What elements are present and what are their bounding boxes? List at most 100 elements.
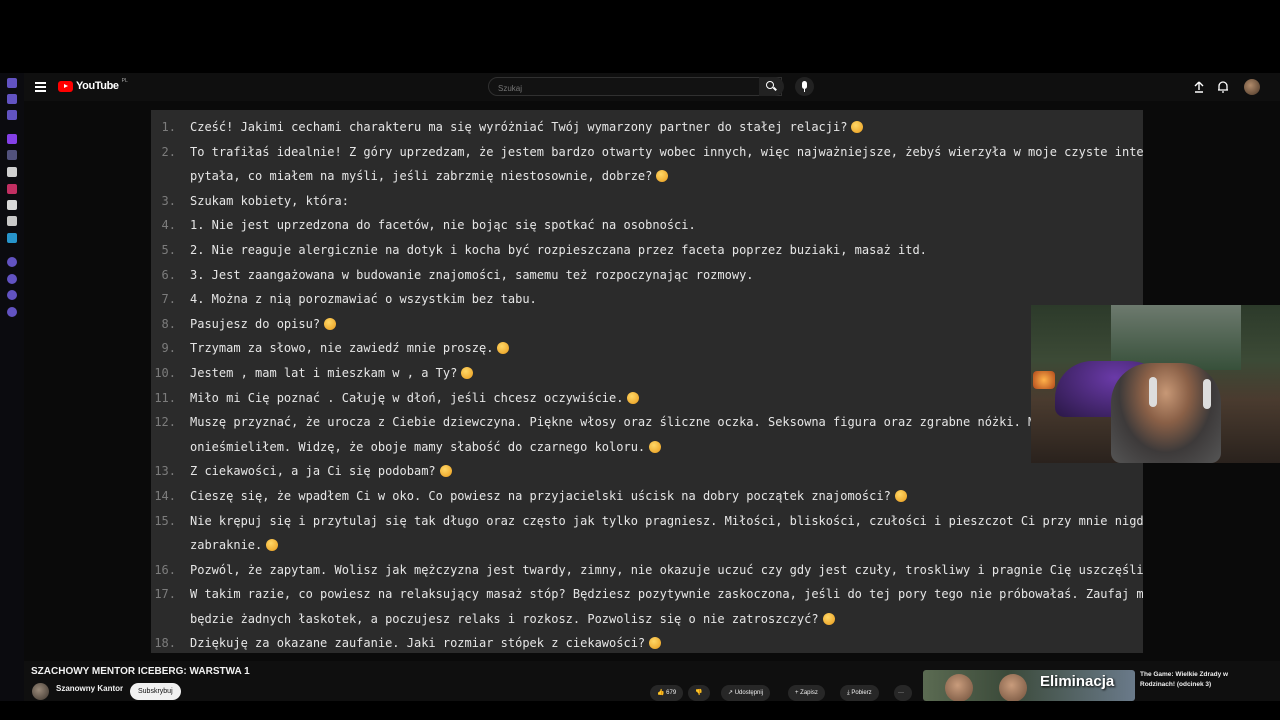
chat-line: 18. Dziękuję za okazane zaufanie. Jaki ro…	[151, 631, 1143, 653]
line-text-content: 4. Można z nią porozmawiać o wszystkim b…	[190, 292, 537, 307]
dock-gear-icon[interactable]	[7, 307, 17, 317]
share-label: Udostępnij	[734, 690, 764, 696]
save-button[interactable]: + Zapisz	[788, 685, 825, 701]
line-text-content: Pozwól, że zapytam. Wolisz jak mężczyzna…	[190, 562, 1143, 577]
subscribe-button[interactable]: Subskrybuj	[130, 683, 181, 700]
youtube-logo[interactable]: YouTube PL	[58, 78, 128, 92]
line-text-content: będzie żadnych łaskotek, a poczujesz rel…	[190, 611, 819, 626]
upload-icon[interactable]	[1192, 80, 1206, 94]
line-text: Pasujesz do opisu?	[190, 312, 337, 337]
line-text-part: Pasujesz do opisu?	[190, 312, 337, 337]
dock-tiktok-icon[interactable]	[7, 200, 17, 210]
line-number: 11.	[154, 390, 176, 405]
save-label: Zapisz	[800, 690, 818, 696]
chat-line: 11. Miło mi Cię poznać . Całuję w dłoń, j…	[151, 386, 1143, 411]
chat-line: 1. Cześć! Jakimi cechami charakteru ma si…	[151, 115, 1143, 140]
chat-line: 14. Cieszę się, że wpadłem Ci w oko. Co p…	[151, 484, 1143, 509]
line-text-part: 4. Można z nią porozmawiać o wszystkim b…	[190, 287, 537, 312]
like-count: 679	[666, 690, 677, 696]
line-text: Szukam kobiety, która:	[190, 189, 349, 214]
line-text-part: Z ciekawości, a ja Ci się podobam?	[190, 459, 452, 484]
dock-instagram-icon[interactable]	[7, 184, 17, 194]
dock-x-icon[interactable]	[7, 216, 17, 226]
download-button[interactable]: ⤓ Pobierz	[840, 685, 879, 701]
line-text-part: będzie żadnych łaskotek, a poczujesz rel…	[190, 607, 1143, 632]
line-text: Nie krępuj się i przytulaj się tak długo…	[190, 509, 1143, 558]
line-text-part: Cześć! Jakimi cechami charakteru ma się …	[190, 115, 864, 140]
line-text-part: Dziękuję za okazane zaufanie. Jaki rozmi…	[190, 631, 662, 653]
recommended-thumbnail[interactable]: Eliminacja	[923, 670, 1135, 701]
like-button[interactable]: 👍 679	[650, 685, 684, 701]
channel-name[interactable]: Szanowny Kantor	[56, 684, 123, 693]
line-text-content: Trzymam za słowo, nie zawiedź mnie prosz…	[190, 341, 494, 356]
search-button[interactable]	[759, 77, 784, 96]
chat-line: 12. Muszę przyznać, że urocza z Ciebie dz…	[151, 410, 1143, 459]
line-text-content: Cieszę się, że wpadłem Ci w oko. Co powi…	[190, 488, 891, 503]
dislike-button[interactable]: 👎	[688, 685, 710, 701]
line-number: 13.	[154, 464, 176, 479]
line-text: 2. Nie reaguje alergicznie na dotyk i ko…	[190, 238, 927, 263]
left-dock	[0, 73, 24, 701]
youtube-wordmark: YouTube	[76, 80, 119, 92]
line-text-part: Jestem , mam lat i mieszkam w , a Ty?	[190, 361, 474, 386]
dock-shield-icon[interactable]	[7, 94, 17, 104]
channel-avatar[interactable]	[32, 683, 49, 700]
line-text-part: onieśmieliłem. Widzę, że oboje mamy słab…	[190, 435, 1086, 460]
line-text: Pozwól, że zapytam. Wolisz jak mężczyzna…	[190, 558, 1143, 583]
dock-clock-icon[interactable]	[7, 274, 17, 284]
video-info-bar: SZACHOWY MENTOR ICEBERG: WARSTWA 1 Szano…	[24, 661, 1280, 701]
line-text-content: Pasujesz do opisu?	[190, 316, 321, 331]
dock-square-icon[interactable]	[7, 110, 17, 120]
voice-search-button[interactable]	[795, 77, 814, 96]
recommended-title[interactable]: The Game: Wielkie Zdrady w Rodzinach! (o…	[1140, 670, 1250, 690]
chat-line: 7. 4. Można z nią porozmawiać o wszystkim…	[151, 287, 1143, 312]
more-actions-button[interactable]: ···	[894, 685, 912, 701]
line-text-part: 2. Nie reaguje alergicznie na dotyk i ko…	[190, 238, 927, 263]
line-text-content: Jestem , mam lat i mieszkam w , a Ty?	[190, 365, 458, 380]
share-button[interactable]: ↗ Udostępnij	[721, 685, 771, 701]
thumbnail-face	[945, 674, 973, 701]
line-text-content: onieśmieliłem. Widzę, że oboje mamy słab…	[190, 439, 646, 454]
chat-line: 10. Jestem , mam lat i mieszkam w , a Ty?	[151, 361, 1143, 386]
dock-twitch-icon[interactable]	[7, 134, 17, 144]
dock-discord-icon[interactable]	[7, 167, 17, 177]
line-number: 7.	[161, 292, 176, 307]
chat-line: 6. 3. Jest zaangażowana w budowanie znajo…	[151, 263, 1143, 288]
line-text: Jestem , mam lat i mieszkam w , a Ty?	[190, 361, 474, 386]
video-title: SZACHOWY MENTOR ICEBERG: WARSTWA 1	[31, 666, 250, 677]
line-text-part: Muszę przyznać, że urocza z Ciebie dziew…	[190, 410, 1086, 435]
webcam-overlay	[1031, 305, 1280, 463]
dock-circle-icon[interactable]	[7, 257, 17, 267]
chat-list: 1. Cześć! Jakimi cechami charakteru ma si…	[151, 115, 1143, 653]
emoji-icon	[266, 539, 279, 552]
line-text: Cieszę się, że wpadłem Ci w oko. Co powi…	[190, 484, 907, 509]
dock-lock-icon[interactable]	[7, 78, 17, 88]
webcam-person	[1111, 363, 1221, 463]
line-text-content: Z ciekawości, a ja Ci się podobam?	[190, 464, 436, 479]
line-number: 14.	[154, 488, 176, 503]
line-text: 4. Można z nią porozmawiać o wszystkim b…	[190, 287, 537, 312]
line-text: 1. Nie jest uprzedzona do facetów, nie b…	[190, 213, 696, 238]
thumbnail-text: Eliminacja	[1040, 673, 1115, 690]
dock-telegram-icon[interactable]	[7, 233, 17, 243]
dock-kick-icon[interactable]	[7, 150, 17, 160]
emoji-icon	[497, 342, 510, 355]
line-text-content: Muszę przyznać, że urocza z Ciebie dziew…	[190, 415, 1086, 430]
line-number: 3.	[161, 193, 176, 208]
chat-transcript-panel: 1. Cześć! Jakimi cechami charakteru ma si…	[151, 110, 1143, 653]
webcam-fireplace	[1033, 371, 1055, 389]
emoji-icon	[822, 612, 835, 625]
line-text: Muszę przyznać, że urocza z Ciebie dziew…	[190, 410, 1086, 459]
line-text-part: To trafiłaś idealnie! Z góry uprzedzam, …	[190, 140, 1143, 165]
emoji-icon	[324, 317, 337, 330]
thumbs-up-icon: 👍	[657, 690, 667, 696]
bell-icon[interactable]	[1216, 80, 1230, 94]
dock-refresh-icon[interactable]	[7, 290, 17, 300]
account-avatar[interactable]	[1244, 79, 1260, 95]
share-icon: ↗	[728, 690, 735, 696]
emoji-icon	[439, 465, 452, 478]
menu-icon[interactable]	[35, 82, 46, 92]
search-input[interactable]	[489, 80, 729, 97]
line-number: 1.	[161, 120, 176, 134]
headset-icon	[1149, 377, 1157, 407]
